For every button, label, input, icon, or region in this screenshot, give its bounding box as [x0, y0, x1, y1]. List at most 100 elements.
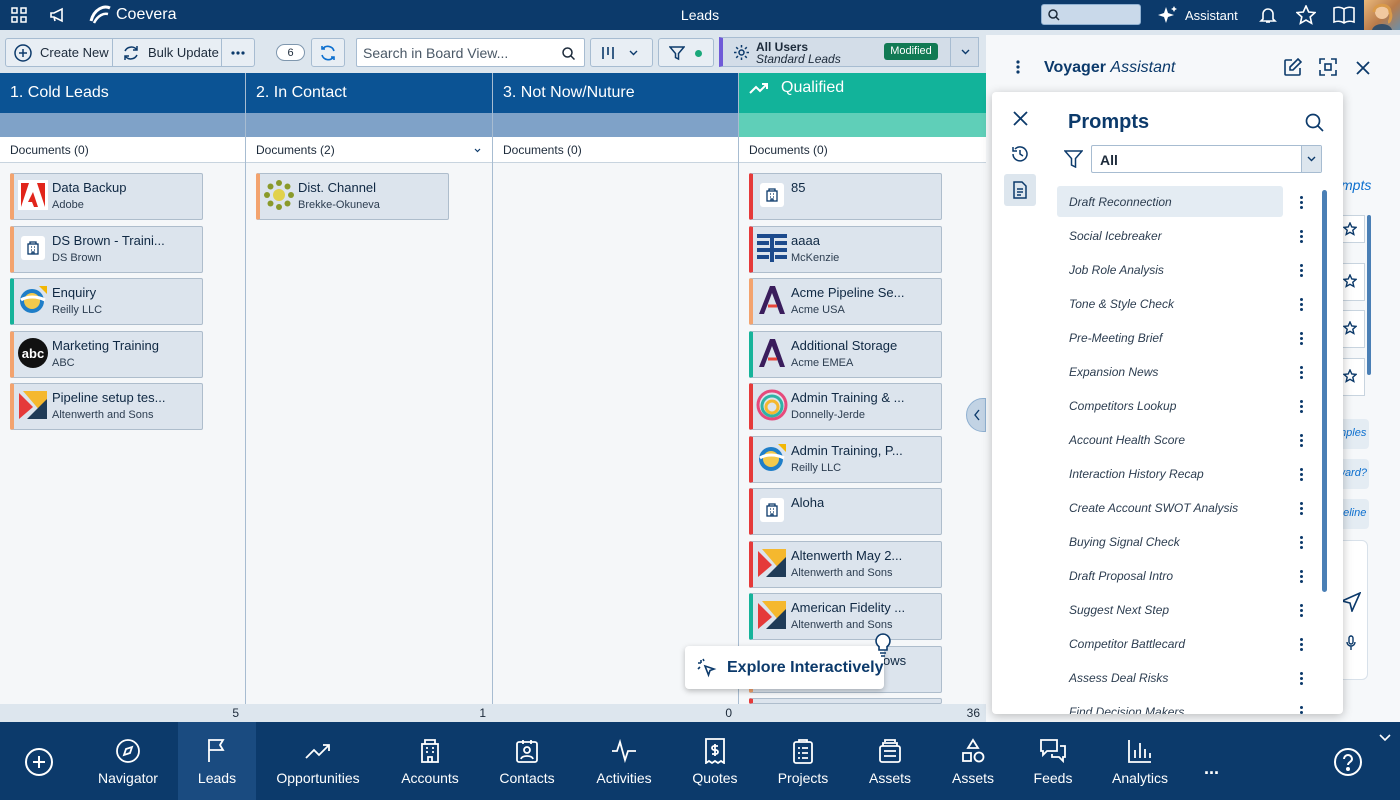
close-icon[interactable] [1013, 111, 1028, 126]
megaphone-icon[interactable] [47, 4, 69, 26]
kebab-icon[interactable] [1297, 672, 1305, 686]
column-header-cold-leads[interactable]: 1. Cold Leads [0, 73, 245, 113]
peek-scrollbar[interactable] [1367, 215, 1371, 375]
chevron-down-icon[interactable] [1379, 734, 1391, 742]
app-grid-icon[interactable] [8, 4, 30, 26]
history-icon[interactable] [1011, 145, 1029, 163]
prompt-item[interactable]: Social Icebreaker [1057, 220, 1283, 251]
global-search-input[interactable] [1041, 4, 1141, 25]
user-avatar[interactable] [1364, 0, 1400, 30]
chevron-down-icon[interactable] [474, 148, 481, 153]
book-icon[interactable] [1333, 4, 1355, 26]
lightbulb-icon[interactable] [872, 632, 894, 658]
view-dropdown-toggle[interactable] [950, 37, 980, 67]
nav-item-assets[interactable]: Assets [848, 722, 932, 800]
lead-card[interactable]: Admin Training, P... Reilly LLC [749, 435, 942, 483]
lead-card[interactable]: DS Brown - Traini... DS Brown [10, 225, 203, 273]
column-header-not-now[interactable]: 3. Not Now/Nuture [493, 73, 738, 113]
search-icon[interactable] [1305, 113, 1324, 132]
prompt-item[interactable]: Interaction History Recap [1057, 458, 1283, 489]
kebab-icon[interactable] [1297, 400, 1305, 414]
microphone-icon[interactable] [1346, 635, 1356, 651]
nav-item-analytics[interactable]: Analytics [1096, 722, 1184, 800]
kebab-icon[interactable] [1297, 264, 1305, 278]
star-icon[interactable] [1295, 4, 1317, 26]
prompt-item[interactable]: Buying Signal Check [1057, 526, 1283, 557]
prompts-scrollbar[interactable] [1322, 190, 1327, 592]
kebab-icon[interactable] [1297, 332, 1305, 346]
edit-icon[interactable] [1283, 58, 1302, 77]
bell-icon[interactable] [1257, 4, 1279, 26]
lead-card[interactable]: Enquiry Reilly LLC [10, 278, 203, 325]
column-header-qualified[interactable]: Qualified [739, 73, 986, 113]
more-actions-button[interactable] [221, 38, 255, 67]
nav-item-feeds[interactable]: Feeds [1015, 722, 1091, 800]
prompt-item[interactable]: Draft Reconnection [1057, 186, 1283, 217]
lead-card[interactable]: Aloha [749, 488, 942, 535]
prompt-item[interactable]: Create Account SWOT Analysis [1057, 492, 1283, 523]
bulk-update-button[interactable]: Bulk Update [112, 38, 222, 67]
nav-item-quotes[interactable]: Quotes [678, 722, 752, 800]
lead-card[interactable]: Admin Training & ... Donnelly-Jerde [749, 383, 942, 430]
kebab-icon[interactable] [1297, 468, 1305, 482]
add-circle-icon[interactable] [24, 747, 54, 777]
column-view-dropdown[interactable] [590, 38, 653, 67]
prompt-item[interactable]: Assess Deal Risks [1057, 662, 1283, 693]
nav-item-navigator[interactable]: Navigator [88, 722, 168, 800]
kebab-icon[interactable] [1297, 502, 1305, 516]
refresh-button[interactable] [311, 38, 345, 67]
lead-card[interactable]: Altenwerth May 2... Altenwerth and Sons [749, 540, 942, 588]
nav-item-assets-2[interactable]: Assets [934, 722, 1012, 800]
prompt-item[interactable]: Pre-Meeting Brief [1057, 322, 1283, 353]
lead-card[interactable]: American Fidelity ... Altenwerth and Sons [749, 593, 942, 640]
more-nav-button[interactable]: ... [1204, 758, 1219, 779]
prompt-item[interactable]: Account Health Score [1057, 424, 1283, 455]
filter-icon[interactable] [1064, 150, 1083, 168]
create-new-button[interactable]: Create New [5, 38, 113, 67]
kebab-icon[interactable] [1297, 638, 1305, 652]
expand-icon[interactable] [1319, 58, 1337, 76]
prompt-item[interactable]: Find Decision Makers [1057, 696, 1283, 714]
assistant-button[interactable]: Assistant [1158, 6, 1238, 24]
help-icon[interactable] [1333, 747, 1363, 777]
prompt-item[interactable]: Competitors Lookup [1057, 390, 1283, 421]
prompt-item[interactable]: Job Role Analysis [1057, 254, 1283, 285]
lead-card[interactable]: Acme Pipeline Se... Acme USA [749, 278, 942, 325]
lead-card[interactable] [749, 698, 942, 704]
kebab-icon[interactable] [1297, 570, 1305, 584]
prompt-item[interactable]: Suggest Next Step [1057, 594, 1283, 625]
column-header-in-contact[interactable]: 2. In Contact [246, 73, 492, 113]
nav-item-accounts[interactable]: Accounts [385, 722, 475, 800]
lead-card[interactable]: Pipeline setup tes... Altenwerth and Sons [10, 383, 203, 430]
prompt-item[interactable]: Expansion News [1057, 356, 1283, 387]
nav-item-opportunities[interactable]: Opportunities [262, 722, 374, 800]
prompt-item[interactable]: Draft Proposal Intro [1057, 560, 1283, 591]
explore-interactively-button[interactable]: Explore Interactively [685, 646, 884, 689]
nav-item-activities[interactable]: Activities [582, 722, 666, 800]
prompt-item[interactable]: Competitor Battlecard [1057, 628, 1283, 659]
kebab-icon[interactable] [1297, 298, 1305, 312]
brand-logo[interactable]: Coevera [88, 5, 176, 25]
column-documents[interactable]: Documents (2) [246, 137, 492, 163]
kebab-icon[interactable] [1297, 366, 1305, 380]
column-documents[interactable]: Documents (0) [0, 137, 245, 163]
kebab-icon[interactable] [1297, 706, 1305, 714]
lead-card[interactable]: Additional Storage Acme EMEA [749, 330, 942, 378]
close-icon[interactable] [1356, 61, 1370, 75]
nav-item-leads[interactable]: Leads [178, 722, 256, 800]
prompts-tab-active[interactable] [1004, 174, 1036, 206]
lead-card[interactable]: abc Marketing Training ABC [10, 330, 203, 378]
nav-item-contacts[interactable]: Contacts [483, 722, 571, 800]
lead-card[interactable]: Dist. Channel Brekke-Okuneva [256, 173, 449, 220]
kebab-icon[interactable] [1297, 196, 1305, 210]
send-icon[interactable] [1341, 592, 1361, 612]
nav-item-projects[interactable]: Projects [760, 722, 846, 800]
prompt-item[interactable]: Tone & Style Check [1057, 288, 1283, 319]
filter-button[interactable] [658, 38, 714, 67]
kebab-icon[interactable] [1297, 434, 1305, 448]
select-toggle[interactable] [1301, 146, 1321, 172]
kebab-icon[interactable] [1297, 604, 1305, 618]
kebab-icon[interactable] [1297, 230, 1305, 244]
column-documents[interactable]: Documents (0) [493, 137, 738, 163]
lead-card[interactable]: Data Backup Adobe [10, 173, 203, 220]
